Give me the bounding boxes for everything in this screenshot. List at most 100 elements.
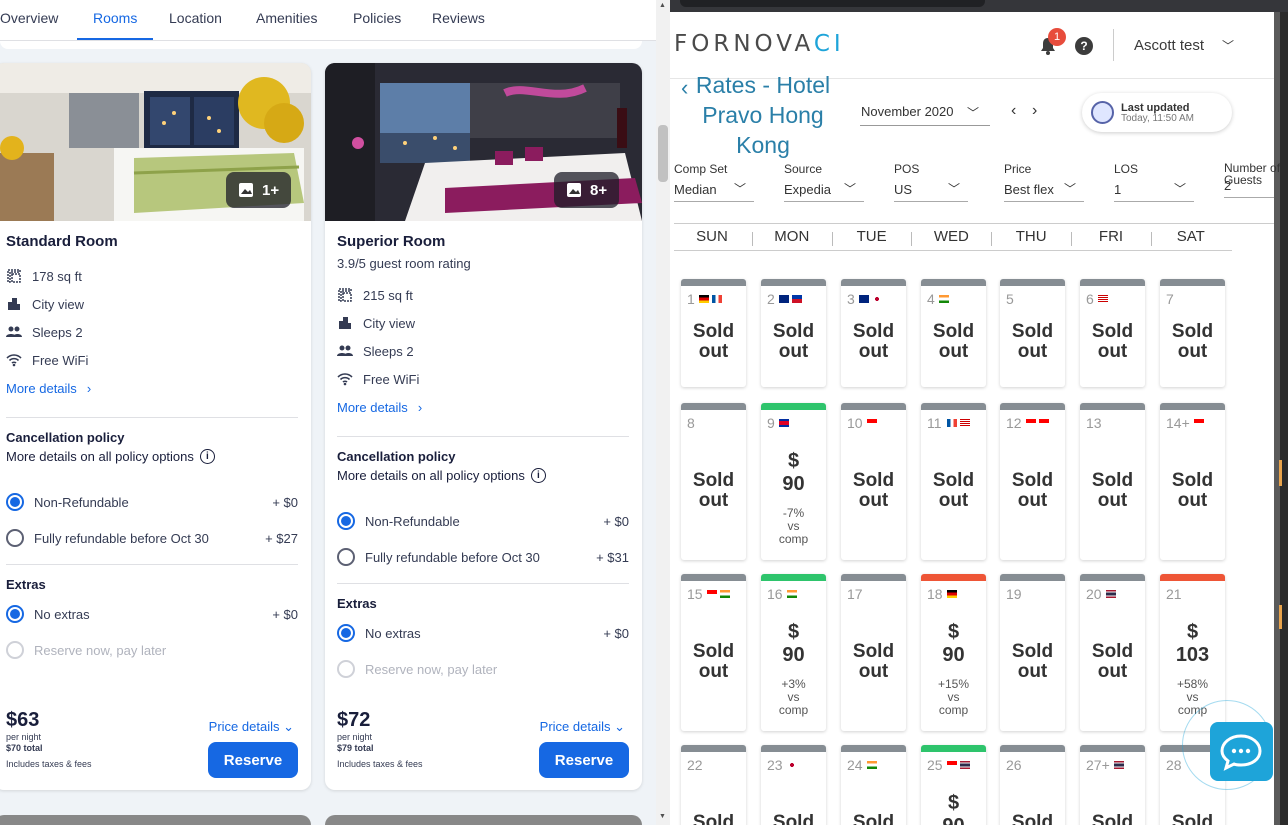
tab-amenities[interactable]: Amenities	[256, 10, 317, 26]
calendar-day-cell[interactable]: 19 Sold out	[1000, 574, 1065, 731]
radio-button[interactable]	[337, 624, 355, 642]
chevron-right-icon: ›	[417, 399, 423, 415]
reserve-button[interactable]: Reserve	[208, 742, 298, 778]
radio-button[interactable]	[337, 548, 355, 566]
sold-out-label: Sold	[932, 321, 975, 342]
sold-out-label: out	[698, 490, 729, 511]
calendar-day-cell[interactable]: 6 Sold out	[1080, 279, 1145, 387]
filter-source[interactable]: Source Expedia ﹀	[784, 162, 864, 202]
calendar-day-cell[interactable]: 4 Sold out	[921, 279, 986, 387]
calendar-day-cell[interactable]: 12 Sold out	[1000, 403, 1065, 560]
calendar-day-cell[interactable]: 24Soldout	[841, 745, 906, 825]
radio-button[interactable]	[6, 605, 24, 623]
price-details-link[interactable]: Price details ⌄	[209, 719, 294, 735]
radio-button[interactable]	[6, 529, 24, 547]
user-menu[interactable]: Ascott test	[1134, 37, 1204, 54]
radio-button[interactable]	[6, 493, 24, 511]
scroll-down-icon[interactable]: ▼	[659, 813, 666, 820]
option-refundable[interactable]: Fully refundable before Oct 30 + $27	[6, 520, 298, 556]
rate-currency: $	[947, 621, 960, 643]
section-divider	[0, 41, 642, 49]
scrollbar-thumb[interactable]	[658, 125, 668, 182]
chevron-down-icon[interactable]: ﹀	[734, 180, 746, 197]
calendar-day-cell[interactable]: 27+Soldout	[1080, 745, 1145, 825]
calendar-day-cell[interactable]: 23Soldout	[761, 745, 826, 825]
calendar-day-cell[interactable]: 15 Sold out	[681, 574, 746, 731]
filter-number-of-guests[interactable]: Number of Guests 2	[1224, 162, 1280, 198]
filter-los[interactable]: LOS 1 ﹀	[1114, 162, 1194, 202]
area-icon	[7, 269, 21, 283]
calendar-day-cell[interactable]: 7 Sold out	[1160, 279, 1225, 387]
status-bar	[681, 574, 746, 581]
calendar-day-cell[interactable]: 18 $90 +15% vs comp	[921, 574, 986, 731]
calendar-day-cell[interactable]: 25 $90	[921, 745, 986, 825]
extra-none[interactable]: No extras + $0	[337, 615, 629, 651]
room-photo[interactable]: 1+	[0, 63, 311, 221]
more-details-link[interactable]: More details ›	[6, 374, 298, 402]
photo-count-badge[interactable]: 8+	[554, 172, 620, 208]
option-non-refundable[interactable]: Non-Refundable + $0	[6, 484, 298, 520]
tab-reviews[interactable]: Reviews	[432, 10, 485, 26]
calendar-day-cell[interactable]: 1 Sold out	[681, 279, 746, 387]
chevron-down-icon[interactable]: ﹀	[844, 180, 856, 197]
calendar-day-cell[interactable]: 26Soldout	[1000, 745, 1065, 825]
calendar-day-cell[interactable]: 17 Sold out	[841, 574, 906, 731]
chevron-down-icon[interactable]: ﹀	[967, 104, 979, 121]
price-details-link[interactable]: Price details ⌄	[540, 719, 625, 735]
calendar-day-cell[interactable]: 9 $90 -7% vs comp	[761, 403, 826, 560]
tab-policies[interactable]: Policies	[353, 10, 401, 26]
chat-button[interactable]	[1210, 722, 1273, 781]
day-number: 7	[1166, 291, 1174, 307]
left-scrollbar[interactable]	[656, 0, 670, 825]
reserve-button[interactable]: Reserve	[539, 742, 629, 778]
chevron-down-icon[interactable]: ﹀	[1064, 180, 1076, 197]
photo-count-badge[interactable]: 1+	[226, 172, 292, 208]
option-non-refundable[interactable]: Non-Refundable + $0	[337, 503, 629, 539]
chevron-down-icon: ⌄	[283, 719, 294, 734]
more-details-link[interactable]: More details ›	[337, 393, 629, 421]
refresh-icon[interactable]	[1091, 101, 1114, 124]
filter-pos[interactable]: POS US ﹀	[894, 162, 968, 202]
help-icon[interactable]: ?	[1075, 37, 1093, 55]
calendar-day-cell[interactable]: 3 Sold out	[841, 279, 906, 387]
prev-month-icon[interactable]: ‹	[1011, 102, 1016, 120]
calendar-day-cell[interactable]: 8 Sold out	[681, 403, 746, 560]
tab-overview[interactable]: Overview	[0, 10, 58, 26]
calendar-day-cell[interactable]: 10 Sold out	[841, 403, 906, 560]
tab-rooms[interactable]: Rooms	[93, 10, 137, 26]
last-updated-box[interactable]: Last updated Today, 11:50 AM	[1082, 93, 1232, 132]
policy-options-link[interactable]: More details on all policy options i	[337, 468, 629, 483]
status-bar	[761, 574, 826, 581]
sold-out-label: out	[1017, 490, 1048, 511]
info-icon[interactable]: i	[530, 468, 546, 483]
radio-button[interactable]	[337, 512, 355, 530]
policy-options-link[interactable]: More details on all policy options i	[6, 449, 298, 464]
chevron-down-icon[interactable]: ﹀	[948, 180, 960, 197]
month-select[interactable]: November 2020	[861, 104, 954, 119]
calendar-day-cell[interactable]: 20 Sold out	[1080, 574, 1145, 731]
calendar-day-cell[interactable]: 5 Sold out	[1000, 279, 1065, 387]
next-room-card	[325, 815, 642, 825]
calendar-day-cell[interactable]: 11 Sold out	[921, 403, 986, 560]
calendar-day-cell[interactable]: 16 $90 +3% vs comp	[761, 574, 826, 731]
calendar-day-cell[interactable]: 22Soldout	[681, 745, 746, 825]
area-icon	[338, 288, 352, 302]
rate-currency: $	[947, 792, 960, 814]
calendar-day-cell[interactable]: 2 Sold out	[761, 279, 826, 387]
filter-comp-set[interactable]: Comp Set Median ﹀	[674, 162, 754, 202]
back-arrow-icon[interactable]: ‹	[681, 75, 688, 101]
option-refundable[interactable]: Fully refundable before Oct 30 + $31	[337, 539, 629, 575]
info-icon[interactable]: i	[199, 449, 215, 464]
tab-location[interactable]: Location	[169, 10, 222, 26]
filter-price[interactable]: Price Best flex ﹀	[1004, 162, 1084, 202]
scroll-up-icon[interactable]: ▲	[659, 2, 666, 9]
chevron-down-icon[interactable]: ﹀	[1174, 180, 1186, 197]
chevron-down-icon[interactable]: ﹀	[1222, 37, 1234, 54]
next-month-icon[interactable]: ›	[1032, 102, 1037, 120]
calendar-day-cell[interactable]: 14+ Sold out	[1160, 403, 1225, 560]
extra-none[interactable]: No extras + $0	[6, 596, 298, 632]
day-number: 23	[767, 757, 783, 773]
calendar-day-cell[interactable]: 13 Sold out	[1080, 403, 1145, 560]
cancellation-title: Cancellation policy	[6, 430, 125, 445]
room-photo[interactable]: 8+	[325, 63, 642, 221]
